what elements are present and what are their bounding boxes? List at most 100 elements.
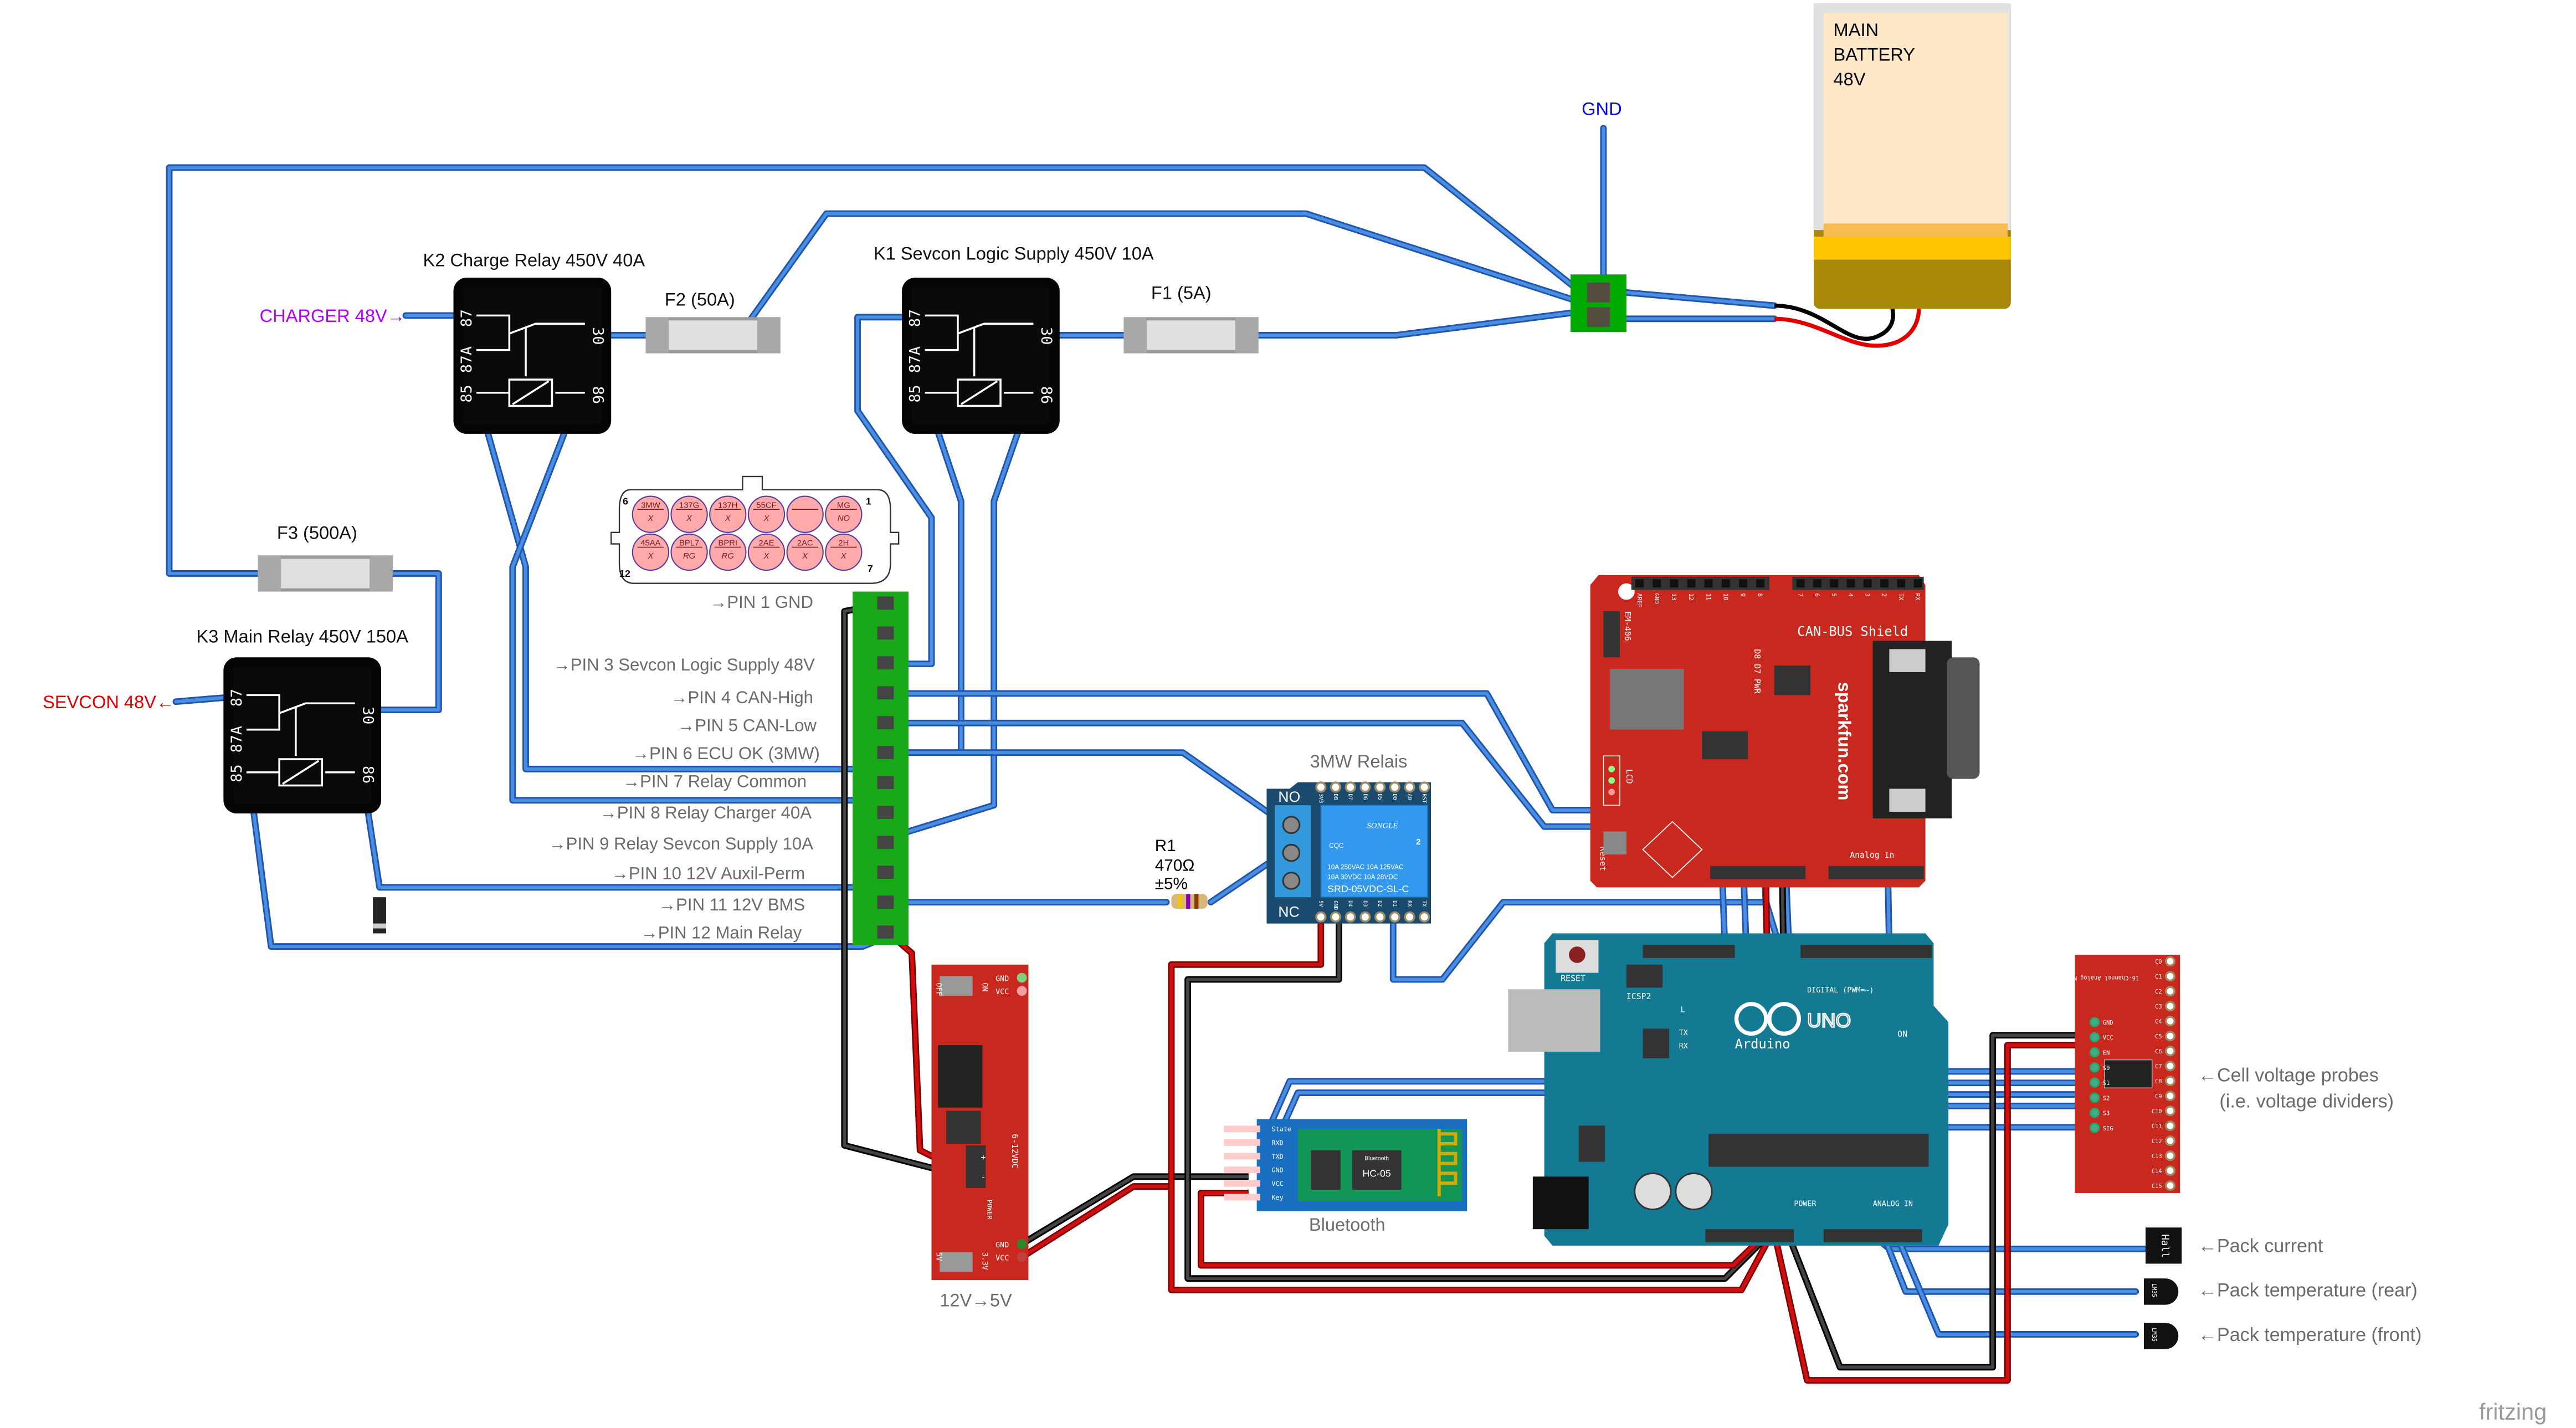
can-header-pin[interactable] (1756, 579, 1764, 588)
can-header-pin[interactable] (1653, 579, 1661, 588)
header-pin[interactable] (877, 776, 894, 790)
wire-ecu-ok[interactable] (885, 751, 1284, 823)
resistor-r1[interactable]: R1 470Ω ±5% (1155, 837, 1208, 909)
fuse-f2[interactable] (645, 317, 781, 354)
relay-module-pin[interactable] (1359, 781, 1371, 793)
can-header-pin[interactable] (1897, 579, 1906, 588)
mux-pin[interactable] (2089, 1062, 2100, 1073)
mux-pin[interactable] (2089, 1077, 2100, 1088)
can-header-pin[interactable] (1635, 579, 1644, 588)
hall-sensor[interactable]: Hall (2145, 1227, 2182, 1264)
bt-pin[interactable] (1224, 1125, 1260, 1133)
header-pin[interactable] (877, 686, 894, 700)
header-pin[interactable] (877, 895, 894, 909)
mux-pin[interactable] (2089, 1032, 2100, 1043)
terminal-block[interactable] (1571, 274, 1626, 332)
header-pin[interactable] (877, 806, 894, 819)
mux-pin[interactable] (2164, 1031, 2175, 1042)
wire-block-battery-neg[interactable] (1624, 290, 1776, 308)
relay-module-pin[interactable] (1404, 911, 1415, 923)
header-pin[interactable] (877, 656, 894, 670)
bt-pin[interactable] (1224, 1153, 1260, 1160)
mux-pin[interactable] (2089, 1092, 2100, 1103)
lm35-rear[interactable]: LM35 (2144, 1278, 2179, 1305)
header-pin[interactable] (877, 925, 894, 939)
mux-pin[interactable] (2164, 986, 2175, 997)
relay-module-pin[interactable] (1359, 911, 1371, 923)
diode[interactable] (373, 897, 386, 934)
relay-module-pin[interactable] (1330, 911, 1342, 923)
can-header-pin[interactable] (1880, 579, 1889, 588)
mux-pin[interactable] (2164, 1105, 2175, 1117)
can-header-pin[interactable] (1721, 579, 1730, 588)
mux-pin[interactable] (2164, 1150, 2175, 1161)
bt-pin[interactable] (1224, 1166, 1260, 1174)
ecu-header-strip[interactable] (853, 591, 909, 945)
can-header-pin[interactable] (1863, 579, 1872, 588)
bt-pin[interactable] (1224, 1180, 1260, 1187)
relay-k1[interactable]: 87 87A 85 30 86 (901, 277, 1061, 435)
main-battery[interactable]: MAIN BATTERY 48V (1774, 3, 2011, 348)
mux-pin[interactable] (2164, 1091, 2175, 1102)
can-header-pin[interactable] (1830, 579, 1839, 588)
can-header-pin[interactable] (1846, 579, 1855, 588)
relay-module-pin[interactable] (1345, 781, 1356, 793)
can-header-pin[interactable] (1704, 579, 1713, 588)
mux-pin[interactable] (2164, 1046, 2175, 1057)
connector-cell-top: BPL7 (679, 539, 699, 548)
mux-pin[interactable] (2164, 1165, 2175, 1176)
header-pin[interactable] (877, 716, 894, 730)
fuse-f3[interactable] (258, 555, 393, 592)
can-bus-shield[interactable]: AREF GND 13 12 11 10 9 8 7 6 5 4 3 2 TX RX CAN-BUS Shie… (1590, 575, 1980, 888)
header-pin[interactable] (877, 866, 894, 879)
mux-pin[interactable] (2164, 971, 2175, 982)
mux-pin[interactable] (2164, 1001, 2175, 1012)
regulator-12v-5v[interactable]: GND VCC OFF ON 6-12VDC + - POWER GND VCC… (931, 964, 1029, 1281)
mux-pin[interactable] (2164, 1076, 2175, 1087)
mux-pin[interactable] (2089, 1108, 2100, 1118)
relay-module-pin[interactable] (1374, 911, 1386, 923)
can-header-pin[interactable] (1913, 579, 1922, 588)
bt-pin[interactable] (1224, 1194, 1260, 1201)
relay-module-pin[interactable] (1374, 781, 1386, 793)
mux-pin[interactable] (2089, 1123, 2100, 1133)
relay-module-pin[interactable] (1389, 781, 1400, 793)
relay-k3[interactable]: 87 87A 85 30 86 (222, 656, 382, 815)
relay-k2[interactable]: 87 87A 85 30 86 (452, 277, 613, 435)
fuse-f1[interactable] (1123, 317, 1259, 354)
relay-module-pin[interactable] (1419, 911, 1430, 923)
bluetooth-hc05[interactable]: HC-05 Bluetooth State RXD TXD GND VCC Key (1224, 1119, 1467, 1211)
connector-cell-top: 2AE (758, 539, 774, 548)
mux-pin[interactable] (2089, 1047, 2100, 1058)
can-header-pin[interactable] (1670, 579, 1679, 588)
bt-pin[interactable] (1224, 1139, 1260, 1146)
arduino-uno[interactable]: RESET ICSP2 ON DIGITAL (PWM=~) POWER ANA… (1508, 933, 1949, 1246)
mux-pin[interactable] (2164, 1180, 2175, 1191)
mux-pin[interactable] (2164, 1135, 2175, 1147)
header-pin[interactable] (877, 836, 894, 849)
relay-module-pin[interactable] (1419, 781, 1430, 793)
can-header-pin[interactable] (1687, 579, 1696, 588)
header-pin[interactable] (877, 596, 894, 610)
connector-cell-top: MG (837, 501, 850, 510)
relay-module-pin[interactable] (1404, 781, 1415, 793)
header-pin[interactable] (877, 746, 894, 760)
can-header-pin[interactable] (1813, 579, 1821, 588)
header-pin[interactable] (877, 626, 894, 640)
relay-module-pin[interactable] (1389, 911, 1400, 923)
pin-30: 30 (589, 327, 607, 345)
can-header-pin[interactable] (1739, 579, 1747, 588)
mux-pin[interactable] (2164, 1120, 2175, 1132)
can-header-pin[interactable] (1796, 579, 1805, 588)
relay-module-pin[interactable] (1315, 911, 1327, 923)
relay-module-pin[interactable] (1330, 781, 1342, 793)
relay-module-pin[interactable] (1315, 781, 1327, 793)
reg-plus: + (981, 1153, 986, 1163)
relay-module-3mw[interactable]: SONGLE CQC 2 10A 250VAC 10A 125VAC 10A 3… (1266, 781, 1431, 924)
lm35-front[interactable]: LM35 (2144, 1323, 2179, 1349)
mux-pin[interactable] (2089, 1017, 2100, 1027)
mux-pin[interactable] (2164, 956, 2175, 967)
mux-pin[interactable] (2164, 1016, 2175, 1027)
relay-module-pin[interactable] (1345, 911, 1356, 923)
mux-pin[interactable] (2164, 1061, 2175, 1072)
